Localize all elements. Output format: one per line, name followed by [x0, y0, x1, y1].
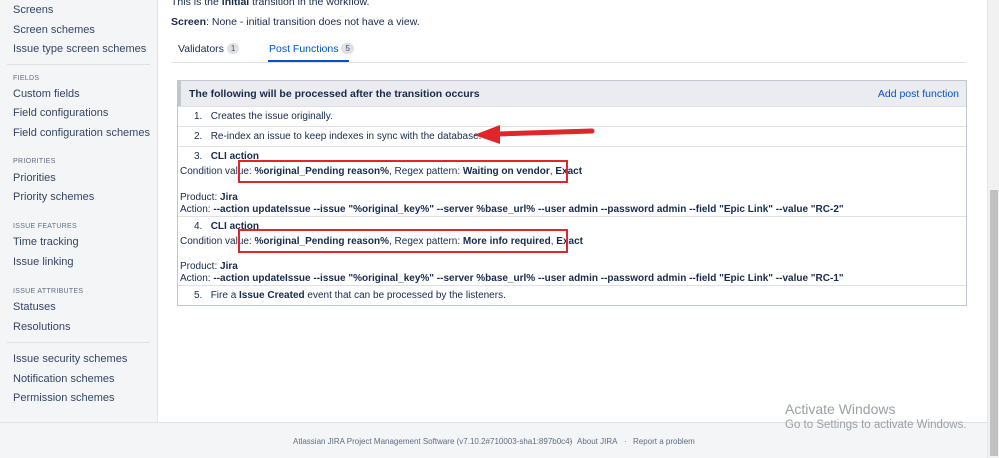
- product-label: Product:: [180, 261, 221, 272]
- post-functions-panel: The following will be processed after th…: [177, 80, 967, 306]
- sidebar-divider: [7, 64, 150, 65]
- footer-software-version: Atlassian JIRA Project Management Softwa…: [293, 437, 573, 446]
- sidebar-item-issue-security-schemes[interactable]: Issue security schemes: [13, 353, 127, 365]
- action-value: --action updateIssue --issue "%original_…: [213, 273, 844, 284]
- intro-suffix: transition in the workflow.: [249, 0, 370, 8]
- post-function-step: 2. Re-index an issue to keep indexes in …: [194, 131, 482, 142]
- sidebar-heading-priorities: PRIORITIES: [13, 158, 56, 165]
- main-content: This is the initial transition in the wo…: [159, 0, 987, 422]
- post-function-step: 1. Creates the issue originally.: [194, 111, 333, 122]
- intro-bold: initial: [221, 0, 250, 8]
- post-function-row: 5. Fire a Issue Created event that can b…: [178, 285, 966, 305]
- event-name: Issue Created: [239, 290, 305, 301]
- sidebar-item-permission-schemes[interactable]: Permission schemes: [13, 392, 114, 404]
- step-text: event that can be processed by the liste…: [304, 290, 506, 301]
- product-value: Jira: [220, 261, 238, 272]
- footer-separator: ·: [569, 437, 572, 446]
- activate-windows-subtitle: Go to Settings to activate Windows.: [785, 419, 967, 431]
- screen-text: : None - initial transition does not hav…: [206, 16, 420, 28]
- sidebar-item-custom-fields[interactable]: Custom fields: [13, 88, 80, 100]
- scrollbar-thumb[interactable]: [990, 190, 998, 456]
- intro-prefix: This is the: [171, 0, 222, 8]
- action-line: Action: --action updateIssue --issue "%o…: [180, 273, 844, 284]
- post-function-step: 5. Fire a Issue Created event that can b…: [194, 290, 506, 301]
- sidebar-item-issue-linking[interactable]: Issue linking: [13, 256, 74, 268]
- screen-info: Screen: None - initial transition does n…: [171, 16, 420, 28]
- activate-windows-title: Activate Windows: [785, 401, 896, 417]
- panel-title: The following will be processed after th…: [189, 88, 480, 100]
- sidebar-item-priorities[interactable]: Priorities: [13, 172, 56, 184]
- step-text: Re-index an issue to keep indexes in syn…: [210, 131, 482, 142]
- page-scrollbar[interactable]: [987, 0, 999, 458]
- sidebar-item-priority-schemes[interactable]: Priority schemes: [13, 191, 94, 203]
- sidebar-item-notification-schemes[interactable]: Notification schemes: [13, 373, 115, 385]
- sidebar-item-resolutions[interactable]: Resolutions: [13, 321, 70, 333]
- step-number: 4.: [194, 221, 203, 232]
- footer-separator: ·: [624, 437, 627, 446]
- sidebar-item-screens[interactable]: Screens: [13, 4, 53, 16]
- sidebar-item-issue-type-screen-schemes[interactable]: Issue type screen schemes: [13, 43, 146, 55]
- admin-sidebar: Screens Screen schemes Issue type screen…: [0, 0, 158, 422]
- step-text: Fire a: [210, 290, 240, 301]
- sidebar-item-screen-schemes[interactable]: Screen schemes: [13, 24, 95, 36]
- annotation-highlight-box: [238, 160, 568, 183]
- tab-label: Post Functions: [269, 43, 339, 55]
- action-label: Action:: [180, 204, 214, 215]
- product-value: Jira: [220, 192, 238, 203]
- about-jira-link[interactable]: About JIRA: [577, 437, 617, 446]
- transition-description: This is the initial transition in the wo…: [171, 0, 369, 8]
- action-label: Action:: [180, 273, 214, 284]
- action-line: Action: --action updateIssue --issue "%o…: [180, 204, 844, 215]
- tab-validators[interactable]: Validators 1: [178, 43, 240, 55]
- tabs-divider: [171, 62, 966, 63]
- add-post-function-link[interactable]: Add post function: [878, 88, 959, 100]
- screen-label: Screen: [171, 16, 207, 28]
- tab-post-functions[interactable]: Post Functions 5: [269, 43, 354, 55]
- product-line: Product: Jira: [180, 261, 238, 272]
- step-number: 5.: [194, 290, 203, 301]
- tab-count-badge: 5: [341, 43, 354, 54]
- panel-header: The following will be processed after th…: [178, 81, 966, 106]
- sidebar-divider: [7, 342, 150, 343]
- sidebar-heading-issue-features: ISSUE FEATURES: [13, 223, 77, 230]
- report-problem-link[interactable]: Report a problem: [633, 437, 695, 446]
- annotation-arrow-icon: [474, 125, 595, 144]
- step-text: Creates the issue originally.: [210, 111, 333, 122]
- tab-label: Validators: [178, 43, 224, 55]
- sidebar-item-time-tracking[interactable]: Time tracking: [13, 236, 79, 248]
- action-value: --action updateIssue --issue "%original_…: [213, 204, 844, 215]
- sidebar-item-field-configurations[interactable]: Field configurations: [13, 107, 108, 119]
- sidebar-heading-fields: FIELDS: [13, 75, 40, 82]
- sidebar-item-statuses[interactable]: Statuses: [13, 301, 56, 313]
- sidebar-heading-issue-attributes: ISSUE ATTRIBUTES: [13, 288, 84, 295]
- annotation-highlight-box: [238, 229, 568, 253]
- product-line: Product: Jira: [180, 192, 238, 203]
- sidebar-item-field-configuration-schemes[interactable]: Field configuration schemes: [13, 127, 150, 139]
- tab-count-badge: 1: [226, 43, 240, 54]
- product-label: Product:: [180, 192, 221, 203]
- step-number: 3.: [194, 151, 203, 162]
